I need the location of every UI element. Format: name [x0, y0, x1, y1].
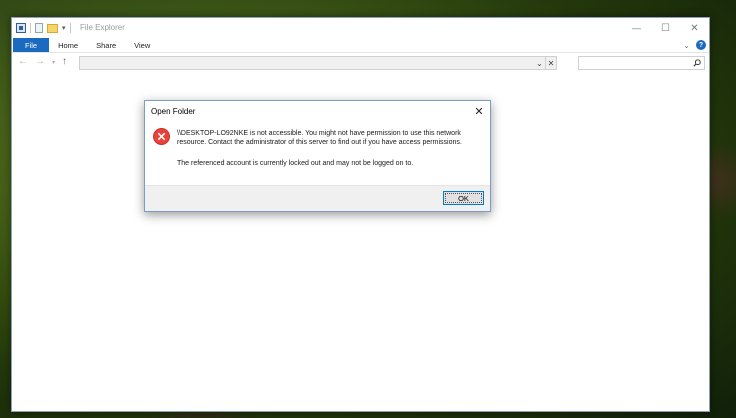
tab-view[interactable]: View — [125, 38, 159, 52]
document-icon[interactable] — [35, 23, 43, 33]
recent-locations-chevron-icon[interactable]: ▾ — [52, 59, 55, 67]
dialog-footer: OK — [145, 185, 490, 211]
qat-separator — [30, 23, 31, 33]
quick-access-toolbar: ▾ — [16, 22, 71, 34]
tab-home[interactable]: Home — [49, 38, 87, 52]
window-title: File Explorer — [80, 23, 125, 32]
clear-address-icon[interactable]: ✕ — [545, 57, 556, 69]
minimize-button[interactable]: — — [622, 18, 651, 38]
close-window-button[interactable]: ✕ — [680, 18, 709, 38]
ribbon-right-controls: ⌄ ? — [683, 40, 706, 50]
nav-buttons: ← → ▾ ↑ — [18, 56, 67, 67]
explorer-titlebar: ▾ File Explorer — ☐ ✕ — [12, 18, 709, 38]
forward-arrow-icon[interactable]: → — [35, 56, 45, 67]
error-message: \\DESKTOP-LO92NKE is not accessible. You… — [177, 130, 462, 147]
ribbon-tabs: File Home Share View ⌄ ? — [12, 38, 709, 53]
navigation-bar: ← → ▾ ↑ ⌄ ✕ — [12, 54, 709, 72]
window-controls: — ☐ ✕ — [622, 18, 709, 38]
file-explorer-window: ▾ File Explorer — ☐ ✕ File Home Share Vi… — [11, 17, 710, 412]
address-bar-buttons: ⌄ ✕ — [534, 57, 556, 69]
maximize-button[interactable]: ☐ — [651, 18, 680, 38]
help-icon[interactable]: ? — [696, 40, 706, 50]
up-arrow-icon[interactable]: ↑ — [62, 56, 67, 67]
dialog-title: Open Folder — [151, 107, 196, 116]
address-dropdown-chevron-icon[interactable]: ⌄ — [534, 57, 545, 69]
customize-qat-chevron-icon[interactable]: ▾ — [62, 24, 66, 32]
open-folder-dialog: Open Folder ✕ \\DESKTOP-LO92NKE is not a… — [144, 100, 491, 212]
close-icon[interactable]: ✕ — [470, 102, 488, 120]
qat-separator — [69, 23, 71, 33]
ok-button[interactable]: OK — [443, 191, 484, 205]
tab-file[interactable]: File — [13, 38, 50, 52]
tab-share[interactable]: Share — [87, 38, 125, 52]
properties-icon[interactable] — [16, 23, 26, 33]
error-icon — [153, 128, 170, 145]
search-input[interactable] — [578, 56, 705, 70]
search-icon — [693, 59, 701, 67]
address-bar[interactable]: ⌄ ✕ — [79, 56, 557, 70]
expand-ribbon-chevron-icon[interactable]: ⌄ — [683, 41, 690, 50]
new-folder-icon[interactable] — [47, 23, 58, 33]
error-x-glyph — [157, 132, 166, 141]
error-detail: The referenced account is currently lock… — [177, 160, 414, 167]
back-arrow-icon[interactable]: ← — [18, 56, 28, 67]
